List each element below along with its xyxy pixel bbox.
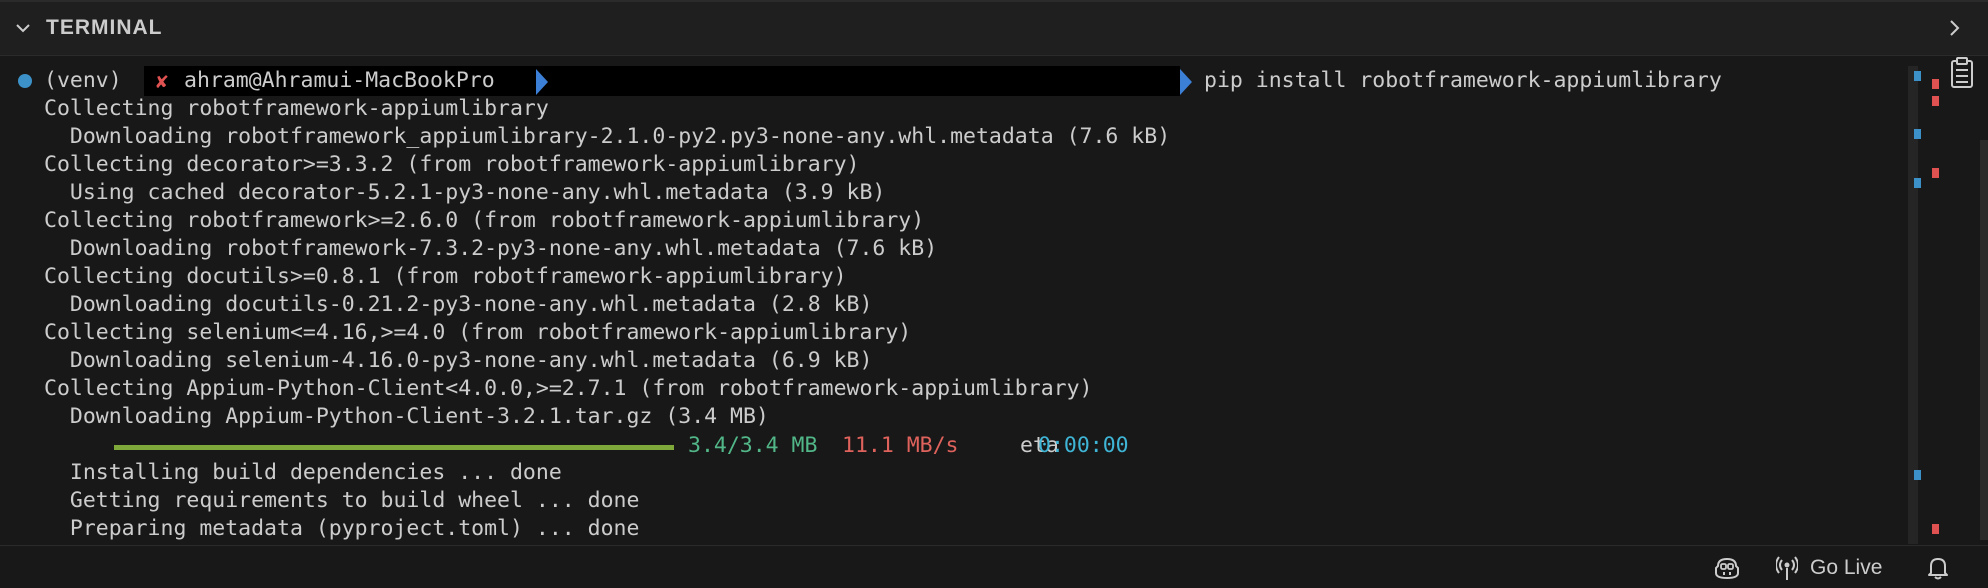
command-text: pip install robotframework-appiumlibrary <box>1204 68 1722 93</box>
output-line: Collecting Appium-Python-Client<4.0.0,>=… <box>44 376 1093 401</box>
output-line: Downloading docutils-0.21.2-py3-none-any… <box>44 292 873 317</box>
progress-eta: 0:00:00 <box>1038 433 1129 458</box>
prompt-user-host: ahram@Ahramui-MacBookPro <box>184 68 495 93</box>
output-line: Using cached decorator-5.2.1-py3-none-an… <box>44 180 886 205</box>
output-line: Preparing metadata (pyproject.toml) ... … <box>44 516 640 541</box>
overview-marker <box>1914 129 1921 139</box>
progress-rate: 11.1 MB/s <box>842 433 959 458</box>
output-line: Getting requirements to build wheel ... … <box>44 488 640 513</box>
output-line: Collecting selenium<=4.16,>=4.0 (from ro… <box>44 320 912 345</box>
panel-header: TERMINAL <box>0 0 1988 56</box>
overview-marker <box>1932 524 1939 534</box>
overview-marker <box>1914 71 1921 81</box>
terminal-output[interactable]: (venv) ✘ ahram@Ahramui-MacBookPro pip in… <box>0 56 1900 545</box>
overview-marker <box>1932 79 1939 89</box>
overview-marker <box>1914 470 1921 480</box>
output-line: Collecting robotframework>=2.6.0 (from r… <box>44 208 925 233</box>
go-live-button[interactable]: Go Live <box>1810 555 1882 581</box>
right-edge-scrollbar[interactable] <box>1980 140 1988 540</box>
panel-title: TERMINAL <box>46 16 163 39</box>
output-line: Downloading robotframework_appiumlibrary… <box>44 124 1171 149</box>
progress-bar <box>114 445 674 450</box>
venv-label: (venv) <box>44 68 122 93</box>
progress-size: 3.4/3.4 MB <box>688 433 818 458</box>
chevron-right-icon[interactable] <box>1946 18 1962 38</box>
prompt-arrow-icon <box>536 69 548 95</box>
output-line: Downloading robotframework-7.3.2-py3-non… <box>44 236 938 261</box>
bell-icon[interactable] <box>1926 555 1950 581</box>
output-line: Downloading selenium-4.16.0-py3-none-any… <box>44 348 873 373</box>
x-icon: ✘ <box>156 69 169 93</box>
prompt-arrow-icon <box>1180 69 1192 95</box>
copilot-icon[interactable] <box>1714 556 1740 580</box>
broadcast-icon[interactable] <box>1776 555 1798 581</box>
output-line: Downloading Appium-Python-Client-3.2.1.t… <box>44 404 769 429</box>
command-status-dot[interactable] <box>18 74 32 88</box>
terminal-panel: TERMINAL (venv) ✘ ahram@Ahramui-MacBookP… <box>0 0 1988 545</box>
status-bar: Go Live <box>0 545 1988 588</box>
overview-marker <box>1932 168 1939 178</box>
output-line: Installing build dependencies ... done <box>44 460 562 485</box>
clipboard-icon[interactable] <box>1950 57 1974 89</box>
overview-marker <box>1914 178 1921 188</box>
overview-marker <box>1932 96 1939 106</box>
output-line: Collecting docutils>=0.8.1 (from robotfr… <box>44 264 847 289</box>
chevron-down-icon[interactable] <box>14 19 32 37</box>
output-line: Collecting robotframework-appiumlibrary <box>44 96 549 121</box>
output-line: Collecting decorator>=3.3.2 (from robotf… <box>44 152 860 177</box>
